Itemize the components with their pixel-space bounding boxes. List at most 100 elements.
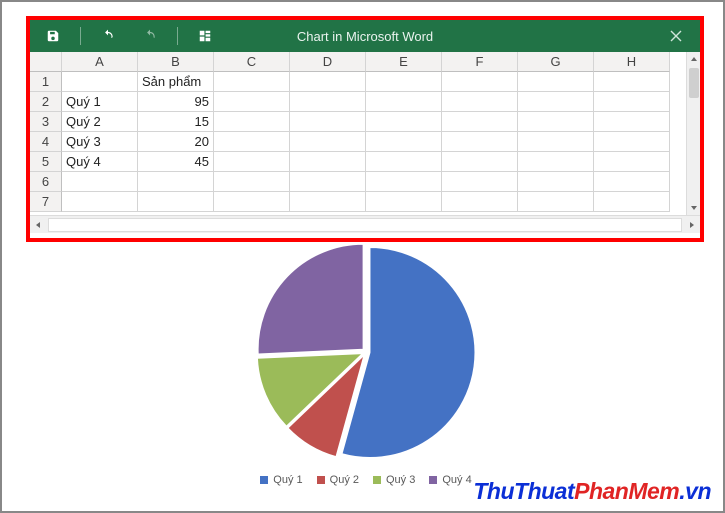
column-header[interactable]: A [62, 52, 138, 72]
cell-F4[interactable] [442, 132, 518, 152]
cell-C6[interactable] [214, 172, 290, 192]
cell-grid[interactable]: Sản phẩmQuý 195Quý 215Quý 320Quý 445 [62, 72, 686, 215]
cell-A3[interactable]: Quý 2 [62, 112, 138, 132]
row-header[interactable]: 1 [30, 72, 62, 92]
cell-C3[interactable] [214, 112, 290, 132]
cell-E3[interactable] [366, 112, 442, 132]
spreadsheet[interactable]: ABCDEFGH 1234567 Sản phẩmQuý 195Quý 215Q… [30, 52, 700, 215]
cell-C7[interactable] [214, 192, 290, 212]
cell-D5[interactable] [290, 152, 366, 172]
cell-B3[interactable]: 15 [138, 112, 214, 132]
cell-G6[interactable] [518, 172, 594, 192]
watermark-part1: ThuThuat [473, 478, 574, 504]
separator [177, 27, 178, 45]
scroll-thumb[interactable] [689, 68, 699, 98]
cell-F5[interactable] [442, 152, 518, 172]
row-header[interactable]: 6 [30, 172, 62, 192]
table-row: Sản phẩm [62, 72, 686, 92]
row-header[interactable]: 2 [30, 92, 62, 112]
cell-F1[interactable] [442, 72, 518, 92]
cell-D2[interactable] [290, 92, 366, 112]
cell-D6[interactable] [290, 172, 366, 192]
cell-F2[interactable] [442, 92, 518, 112]
cell-C1[interactable] [214, 72, 290, 92]
cell-D4[interactable] [290, 132, 366, 152]
cell-G3[interactable] [518, 112, 594, 132]
close-button[interactable] [658, 20, 694, 52]
legend-item: Quý 3 [373, 474, 415, 486]
row-headers[interactable]: 1234567 [30, 72, 62, 212]
cell-G7[interactable] [518, 192, 594, 212]
column-header[interactable]: H [594, 52, 670, 72]
row-header[interactable]: 3 [30, 112, 62, 132]
cell-H2[interactable] [594, 92, 670, 112]
cell-G1[interactable] [518, 72, 594, 92]
scroll-down-icon[interactable] [687, 201, 701, 215]
cell-H6[interactable] [594, 172, 670, 192]
cell-E2[interactable] [366, 92, 442, 112]
cell-H1[interactable] [594, 72, 670, 92]
cell-F3[interactable] [442, 112, 518, 132]
cell-A2[interactable]: Quý 1 [62, 92, 138, 112]
cell-D7[interactable] [290, 192, 366, 212]
cell-B6[interactable] [138, 172, 214, 192]
column-header[interactable]: F [442, 52, 518, 72]
column-header[interactable]: D [290, 52, 366, 72]
cell-B7[interactable] [138, 192, 214, 212]
row-header[interactable]: 4 [30, 132, 62, 152]
cell-H4[interactable] [594, 132, 670, 152]
column-header[interactable]: C [214, 52, 290, 72]
cell-B1[interactable]: Sản phẩm [138, 72, 214, 92]
cell-E5[interactable] [366, 152, 442, 172]
cell-C5[interactable] [214, 152, 290, 172]
cell-H7[interactable] [594, 192, 670, 212]
cell-H3[interactable] [594, 112, 670, 132]
cell-A6[interactable] [62, 172, 138, 192]
cell-G2[interactable] [518, 92, 594, 112]
watermark: ThuThuatPhanMem.vn [473, 478, 711, 505]
cell-E4[interactable] [366, 132, 442, 152]
legend-item: Quý 4 [429, 474, 471, 486]
redo-icon[interactable] [135, 22, 165, 50]
scroll-left-icon[interactable] [30, 217, 46, 233]
column-header[interactable]: E [366, 52, 442, 72]
legend-swatch [373, 476, 381, 484]
scroll-right-icon[interactable] [684, 217, 700, 233]
cell-E6[interactable] [366, 172, 442, 192]
scroll-up-icon[interactable] [687, 52, 701, 66]
table-row: Quý 215 [62, 112, 686, 132]
cell-D3[interactable] [290, 112, 366, 132]
row-header[interactable]: 7 [30, 192, 62, 212]
horizontal-scrollbar[interactable] [30, 215, 700, 233]
cell-F7[interactable] [442, 192, 518, 212]
cell-A5[interactable]: Quý 4 [62, 152, 138, 172]
save-icon[interactable] [38, 22, 68, 50]
column-headers[interactable]: ABCDEFGH [62, 52, 686, 72]
cell-B4[interactable]: 20 [138, 132, 214, 152]
cell-G4[interactable] [518, 132, 594, 152]
cell-B2[interactable]: 95 [138, 92, 214, 112]
pie-slice-Quý 4 [258, 244, 363, 354]
cell-G5[interactable] [518, 152, 594, 172]
cell-C4[interactable] [214, 132, 290, 152]
column-header[interactable]: B [138, 52, 214, 72]
pie-chart: Quý 1Quý 2Quý 3Quý 4 [108, 248, 624, 488]
cell-A4[interactable]: Quý 3 [62, 132, 138, 152]
cell-F6[interactable] [442, 172, 518, 192]
cell-C2[interactable] [214, 92, 290, 112]
cell-A1[interactable] [62, 72, 138, 92]
column-header[interactable]: G [518, 52, 594, 72]
row-header[interactable]: 5 [30, 152, 62, 172]
cell-E1[interactable] [366, 72, 442, 92]
vertical-scrollbar[interactable] [686, 52, 700, 215]
cell-E7[interactable] [366, 192, 442, 212]
legend-swatch [260, 476, 268, 484]
undo-icon[interactable] [93, 22, 123, 50]
cell-B5[interactable]: 45 [138, 152, 214, 172]
cell-A7[interactable] [62, 192, 138, 212]
cell-D1[interactable] [290, 72, 366, 92]
customize-icon[interactable] [190, 22, 220, 50]
cell-H5[interactable] [594, 152, 670, 172]
scroll-track[interactable] [48, 218, 682, 232]
select-all-corner[interactable] [30, 52, 62, 72]
